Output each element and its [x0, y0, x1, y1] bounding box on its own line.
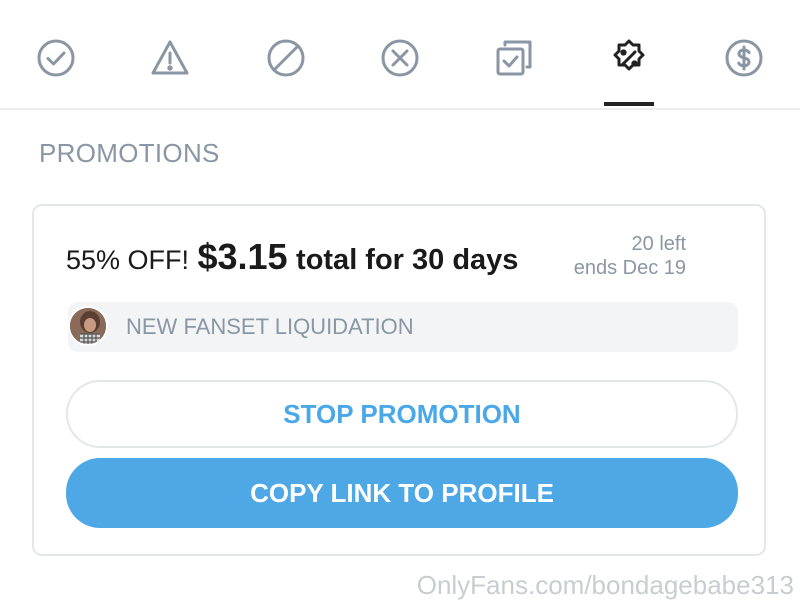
percent-badge-icon [613, 39, 645, 71]
promotion-message: NEW FANSET LIQUIDATION [68, 302, 738, 352]
tab-bar [0, 0, 800, 110]
tab-cancelled[interactable] [370, 28, 430, 88]
check-circle-icon [37, 39, 75, 77]
x-circle-icon [381, 39, 419, 77]
promotion-price: $3.15 [197, 236, 288, 277]
tab-copy-check[interactable] [484, 28, 544, 88]
copy-link-button[interactable]: COPY LINK TO PROFILE [66, 458, 738, 528]
promotion-ends: ends Dec 19 [573, 257, 686, 279]
promotion-discount: 55% OFF! [66, 245, 190, 275]
promotion-meta: 20 left ends Dec 19 [574, 232, 686, 280]
tab-promotions[interactable] [599, 28, 659, 88]
promotion-terms: total for 30 days [296, 244, 519, 276]
page-title: PROMOTIONS [39, 138, 220, 168]
promotion-offer: 55% OFF! $3.15 total for 30 days [66, 236, 518, 278]
warning-triangle-icon [151, 40, 189, 75]
tab-dollar[interactable] [714, 28, 774, 88]
prohibited-icon [267, 39, 305, 77]
promotion-remaining: 20 left [631, 233, 686, 255]
avatar [68, 306, 108, 346]
promotion-card: 55% OFF! $3.15 total for 30 days 20 left… [32, 204, 766, 556]
watermark: OnlyFans.com/bondagebabe313 [416, 570, 794, 600]
copy-check-icon [496, 40, 532, 76]
tab-prohibited[interactable] [256, 28, 316, 88]
tab-warning[interactable] [140, 28, 200, 88]
active-tab-indicator [604, 102, 654, 106]
tab-active-check[interactable] [26, 28, 86, 88]
dollar-circle-icon [725, 39, 763, 77]
stop-promotion-button[interactable]: STOP PROMOTION [66, 380, 738, 448]
promotion-message-text: NEW FANSET LIQUIDATION [126, 314, 414, 339]
